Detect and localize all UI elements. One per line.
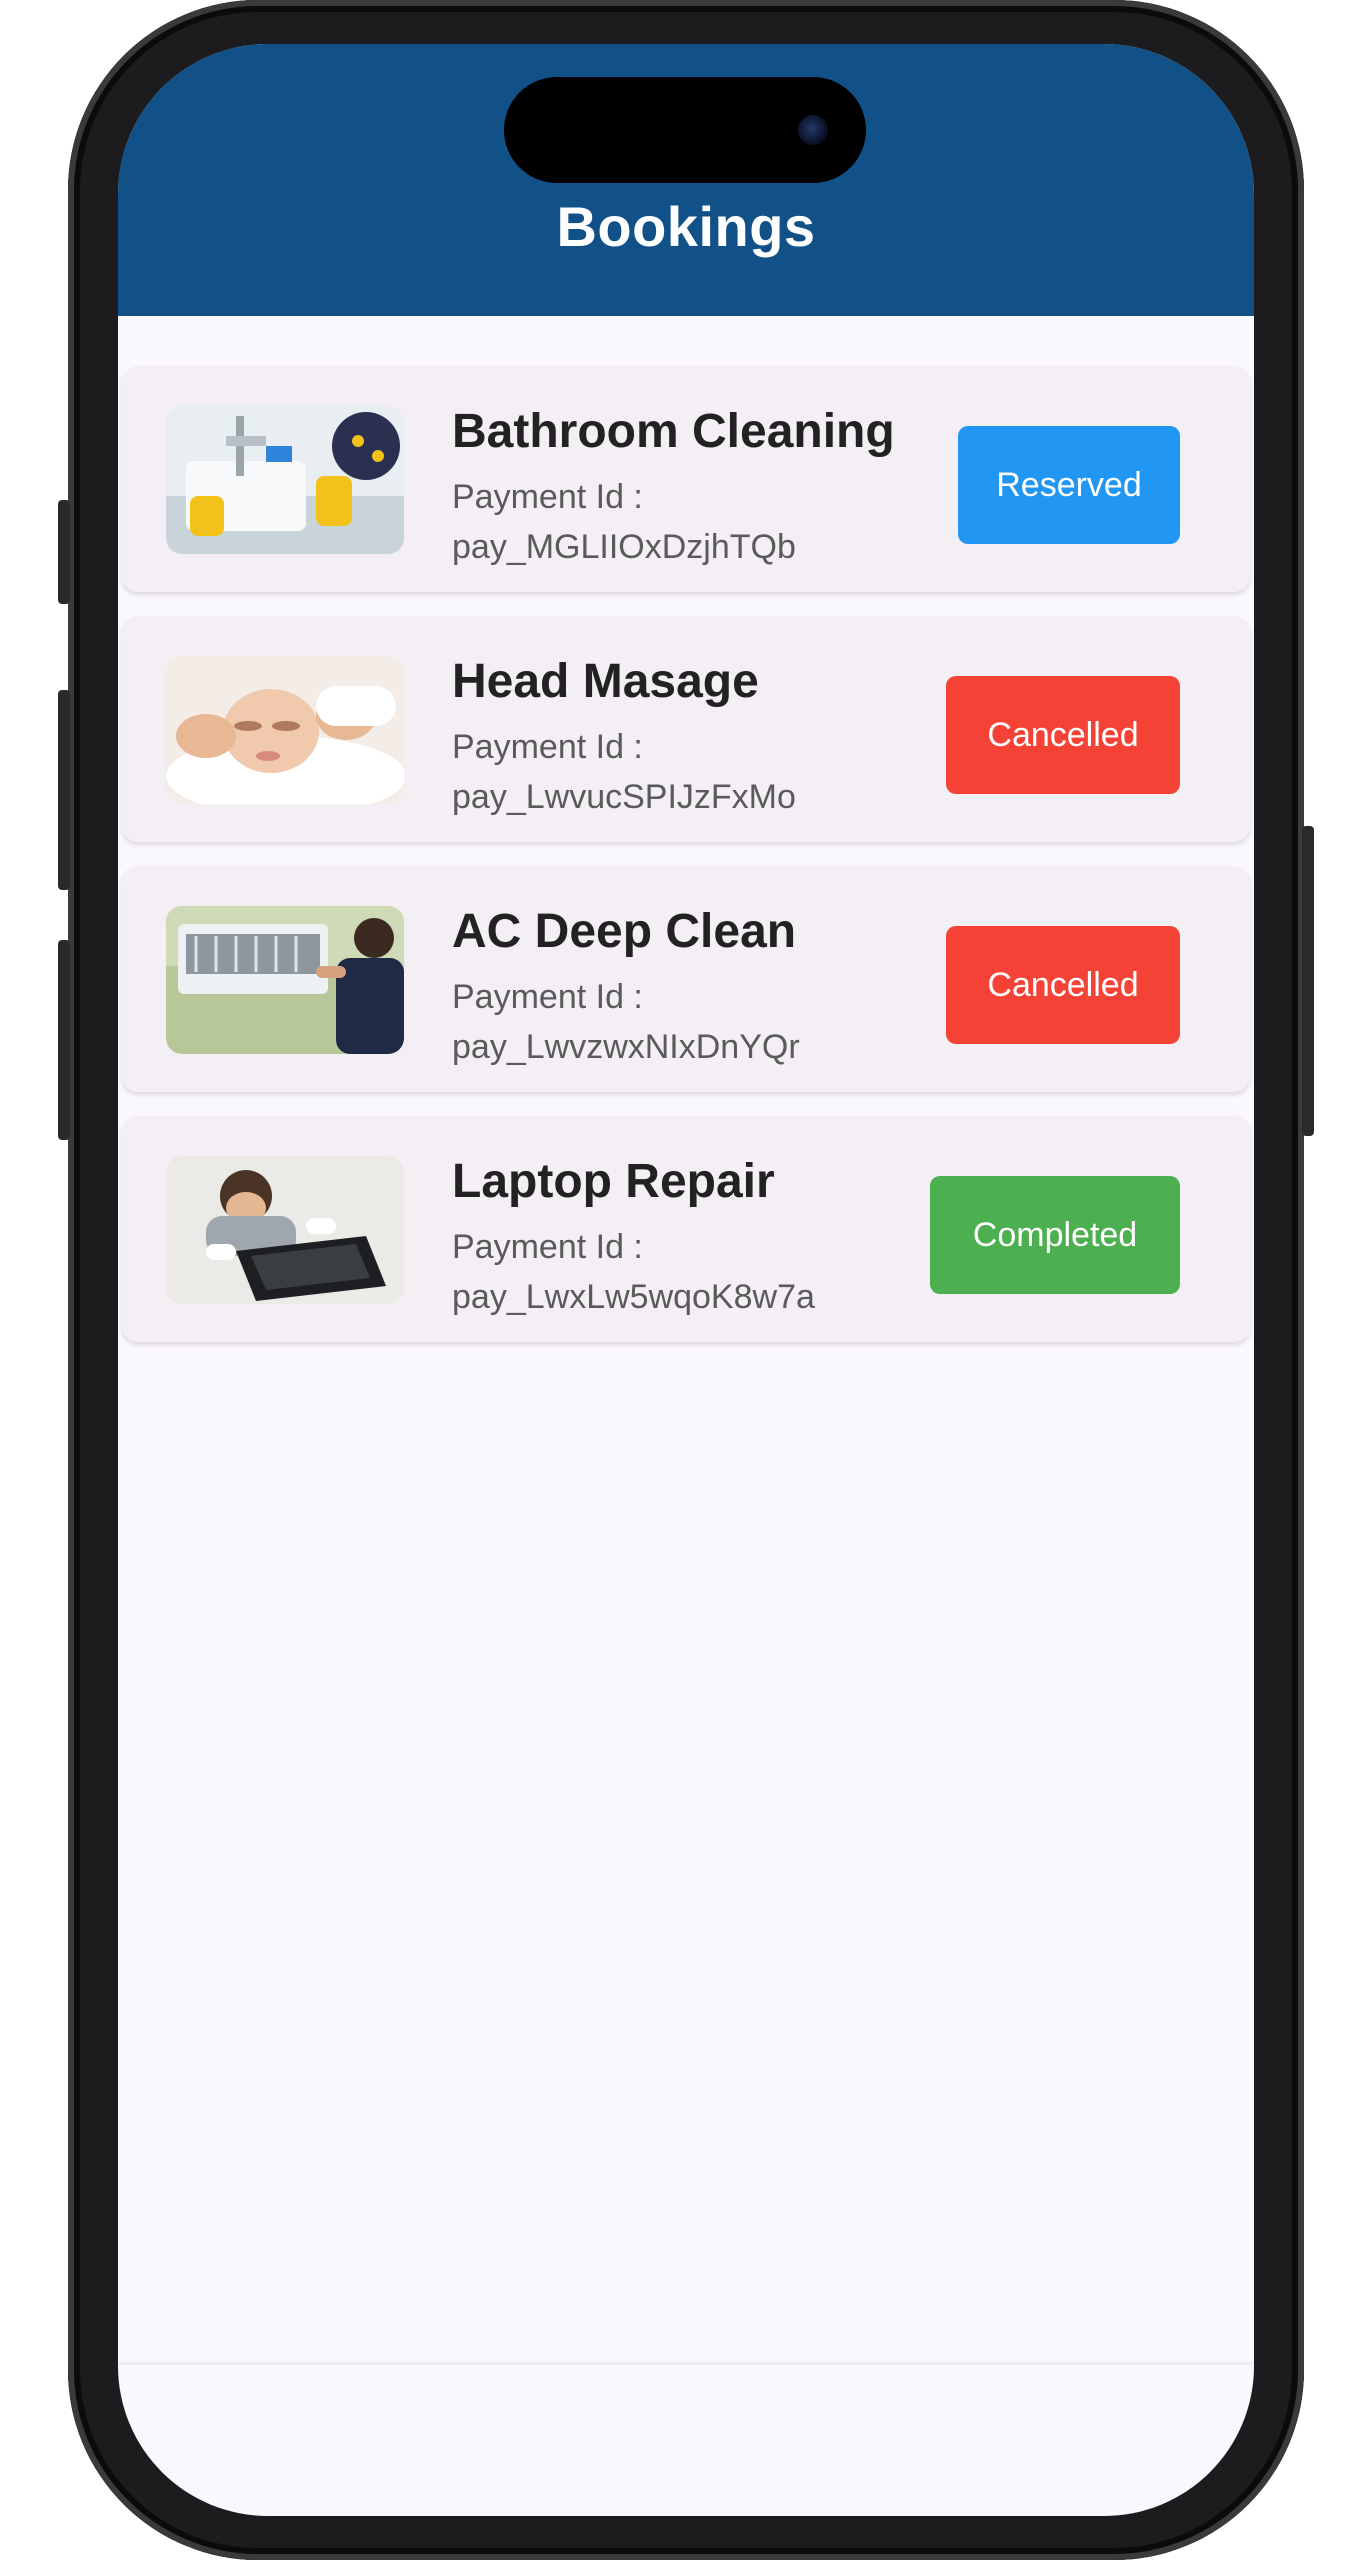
app-bar: Bookings bbox=[118, 44, 1254, 316]
payment-id-label: Payment Id : bbox=[452, 478, 643, 516]
head-massage-image bbox=[166, 656, 404, 804]
phone-power-button bbox=[1302, 826, 1314, 1136]
status-button[interactable]: Reserved bbox=[958, 426, 1180, 544]
bathroom-cleaning-image bbox=[166, 406, 404, 554]
booking-card[interactable]: Bathroom Cleaning Payment Id : pay_MGLII… bbox=[122, 366, 1250, 592]
phone-volume-up-button bbox=[58, 690, 70, 890]
app-screen: Bookings Bathroom Cleaning Payment Id: … bbox=[118, 44, 1254, 2516]
payment-id-value: pay_LwvucSPIJzFxMo bbox=[452, 778, 796, 816]
bottom-divider bbox=[118, 2362, 1254, 2365]
booking-title: AC Deep Clean bbox=[452, 905, 797, 958]
phone-volume-down-button bbox=[58, 940, 70, 1140]
payment-id-label: Payment Id : bbox=[452, 978, 643, 1016]
ac-deep-clean-image bbox=[166, 906, 404, 1054]
status-button[interactable]: Completed bbox=[930, 1176, 1180, 1294]
status-button[interactable]: Cancelled bbox=[946, 676, 1180, 794]
page-title: Bookings bbox=[556, 195, 816, 258]
booking-card[interactable]: Laptop Repair Payment Id : pay_LwxLw5wqo… bbox=[122, 1116, 1250, 1342]
payment-id-value: pay_LwvzwxNIxDnYQr bbox=[452, 1028, 800, 1066]
booking-title: Bathroom Cleaning bbox=[452, 405, 895, 458]
phone-action-button bbox=[58, 500, 70, 604]
front-camera-icon bbox=[798, 115, 828, 145]
payment-id-value: pay_MGLIIOxDzjhTQb bbox=[452, 528, 796, 566]
laptop-repair-image bbox=[166, 1156, 404, 1304]
booking-title: Laptop Repair bbox=[452, 1155, 775, 1208]
booking-card[interactable]: Head Masage Payment Id : pay_LwvucSPIJzF… bbox=[122, 616, 1250, 842]
payment-id-value: pay_LwxLw5wqoK8w7a bbox=[452, 1278, 815, 1316]
booking-title: Head Masage bbox=[452, 655, 759, 708]
status-button[interactable]: Cancelled bbox=[946, 926, 1180, 1044]
payment-id-label: Payment Id : bbox=[452, 1228, 643, 1266]
dynamic-island bbox=[504, 77, 866, 183]
payment-id-label: Payment Id : bbox=[452, 728, 643, 766]
booking-card[interactable]: AC Deep Clean Payment Id : pay_LwvzwxNIx… bbox=[122, 866, 1250, 1092]
